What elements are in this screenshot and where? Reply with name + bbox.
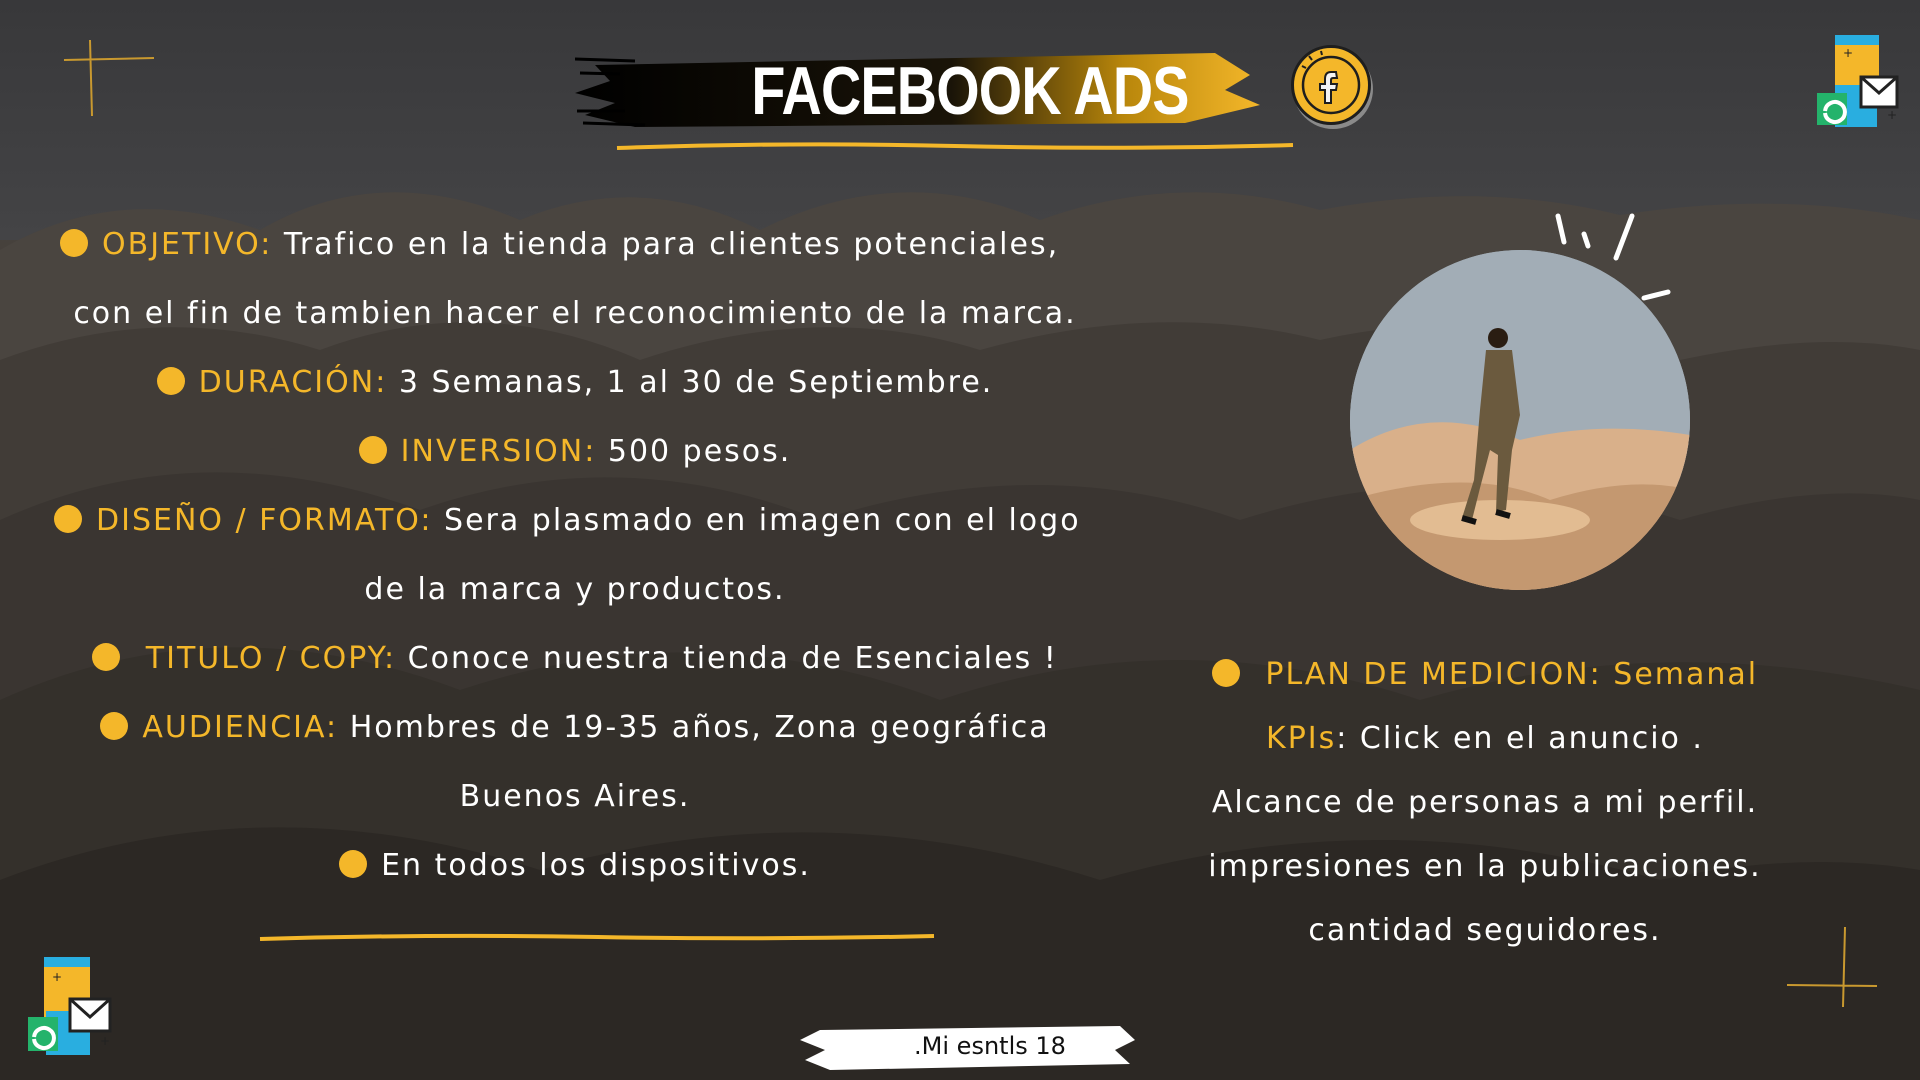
footer-brand: .Mi esntls: [914, 1032, 1028, 1060]
diseno-label: DISEÑO / FORMATO:: [96, 503, 433, 538]
plan-label: PLAN DE MEDICION: Semanal: [1265, 657, 1759, 692]
brand-logo-top-right: + +: [1817, 35, 1899, 127]
facebook-icon: [1291, 45, 1371, 125]
audiencia-row: AUDIENCIA: Hombres de 19-35 años, Zona g…: [0, 698, 1180, 767]
svg-text:+: +: [100, 1034, 110, 1048]
bullet-icon: [358, 436, 387, 464]
duracion-text: 3 Semanas, 1 al 30 de Septiembre.: [398, 365, 994, 400]
bullet-icon: [54, 505, 82, 533]
kpis-label: KPIs: [1266, 721, 1337, 756]
titulo-text: Conoce nuestra tienda de Esenciales !: [407, 641, 1058, 676]
objetivo-label: OBJETIVO:: [102, 227, 273, 262]
diseno-row-continued: de la marca y productos.: [0, 560, 1180, 629]
titulo-label: TITULO / COPY:: [145, 641, 397, 676]
objetivo-text: Trafico en la tienda para clientes poten…: [283, 227, 1060, 262]
svg-text:+: +: [1887, 108, 1897, 122]
content-underline: [259, 933, 935, 941]
inversion-row: INVERSION: 500 pesos.: [0, 422, 1180, 491]
duracion-row: DURACIÓN: 3 Semanas, 1 al 30 de Septiemb…: [0, 353, 1180, 422]
audiencia-label: AUDIENCIA:: [142, 710, 339, 745]
kpis-text: : Click en el anuncio .: [1336, 721, 1704, 756]
kpis-row: KPIs: Click en el anuncio .: [1160, 709, 1810, 773]
svg-text:+: +: [1843, 46, 1853, 60]
objetivo-row: OBJETIVO: Trafico en la tienda para clie…: [40, 215, 1180, 284]
bullet-icon: [156, 367, 185, 395]
measurement-plan: PLAN DE MEDICION: Semanal KPIs: Click en…: [1160, 645, 1810, 965]
plan-row: PLAN DE MEDICION: Semanal: [1160, 645, 1810, 709]
decorative-cross-top-left: [63, 39, 155, 117]
page-title: FACEBOOK ADS: [751, 53, 1189, 129]
audiencia-text-2: Buenos Aires.: [459, 779, 691, 814]
dispositivos-row: En todos los dispositivos.: [0, 836, 1180, 905]
bullet-icon: [60, 229, 88, 257]
bullet-icon: [339, 850, 368, 878]
dispositivos-text: En todos los dispositivos.: [381, 848, 811, 883]
bullet-icon: [1211, 659, 1240, 687]
title-underline: [616, 142, 1294, 150]
duracion-label: DURACIÓN:: [198, 365, 388, 400]
inversion-text: 500 pesos.: [607, 434, 792, 469]
bullet-icon: [92, 643, 121, 671]
objetivo-row-continued: con el fin de tambien hacer el reconocim…: [0, 284, 1180, 353]
page-number: 18: [1035, 1032, 1066, 1060]
inversion-label: INVERSION:: [400, 434, 597, 469]
spark-lines-icon: [1555, 213, 1671, 301]
objetivo-text-2: con el fin de tambien hacer el reconocim…: [73, 296, 1077, 331]
brand-logo-bottom-left: + +: [28, 957, 112, 1055]
svg-text:+: +: [52, 970, 62, 984]
kpi-line-3: impresiones en la publicaciones.: [1208, 849, 1762, 884]
bullet-icon: [100, 712, 129, 740]
kpi-line-2: Alcance de personas a mi perfil.: [1211, 785, 1759, 820]
footer-label: .Mi esntls 18: [900, 1032, 1080, 1060]
diseno-text: Sera plasmado en imagen con el logo: [444, 503, 1081, 538]
diseno-text-2: de la marca y productos.: [364, 572, 786, 607]
audiencia-text: Hombres de 19-35 años, Zona geográfica: [349, 710, 1050, 745]
kpi-line-4: cantidad seguidores.: [1308, 913, 1662, 948]
titulo-row: TITULO / COPY: Conoce nuestra tienda de …: [0, 629, 1180, 698]
audiencia-row-continued: Buenos Aires.: [0, 767, 1180, 836]
campaign-details: OBJETIVO: Trafico en la tienda para clie…: [40, 215, 1180, 905]
diseno-row: DISEÑO / FORMATO: Sera plasmado en image…: [40, 491, 1180, 560]
